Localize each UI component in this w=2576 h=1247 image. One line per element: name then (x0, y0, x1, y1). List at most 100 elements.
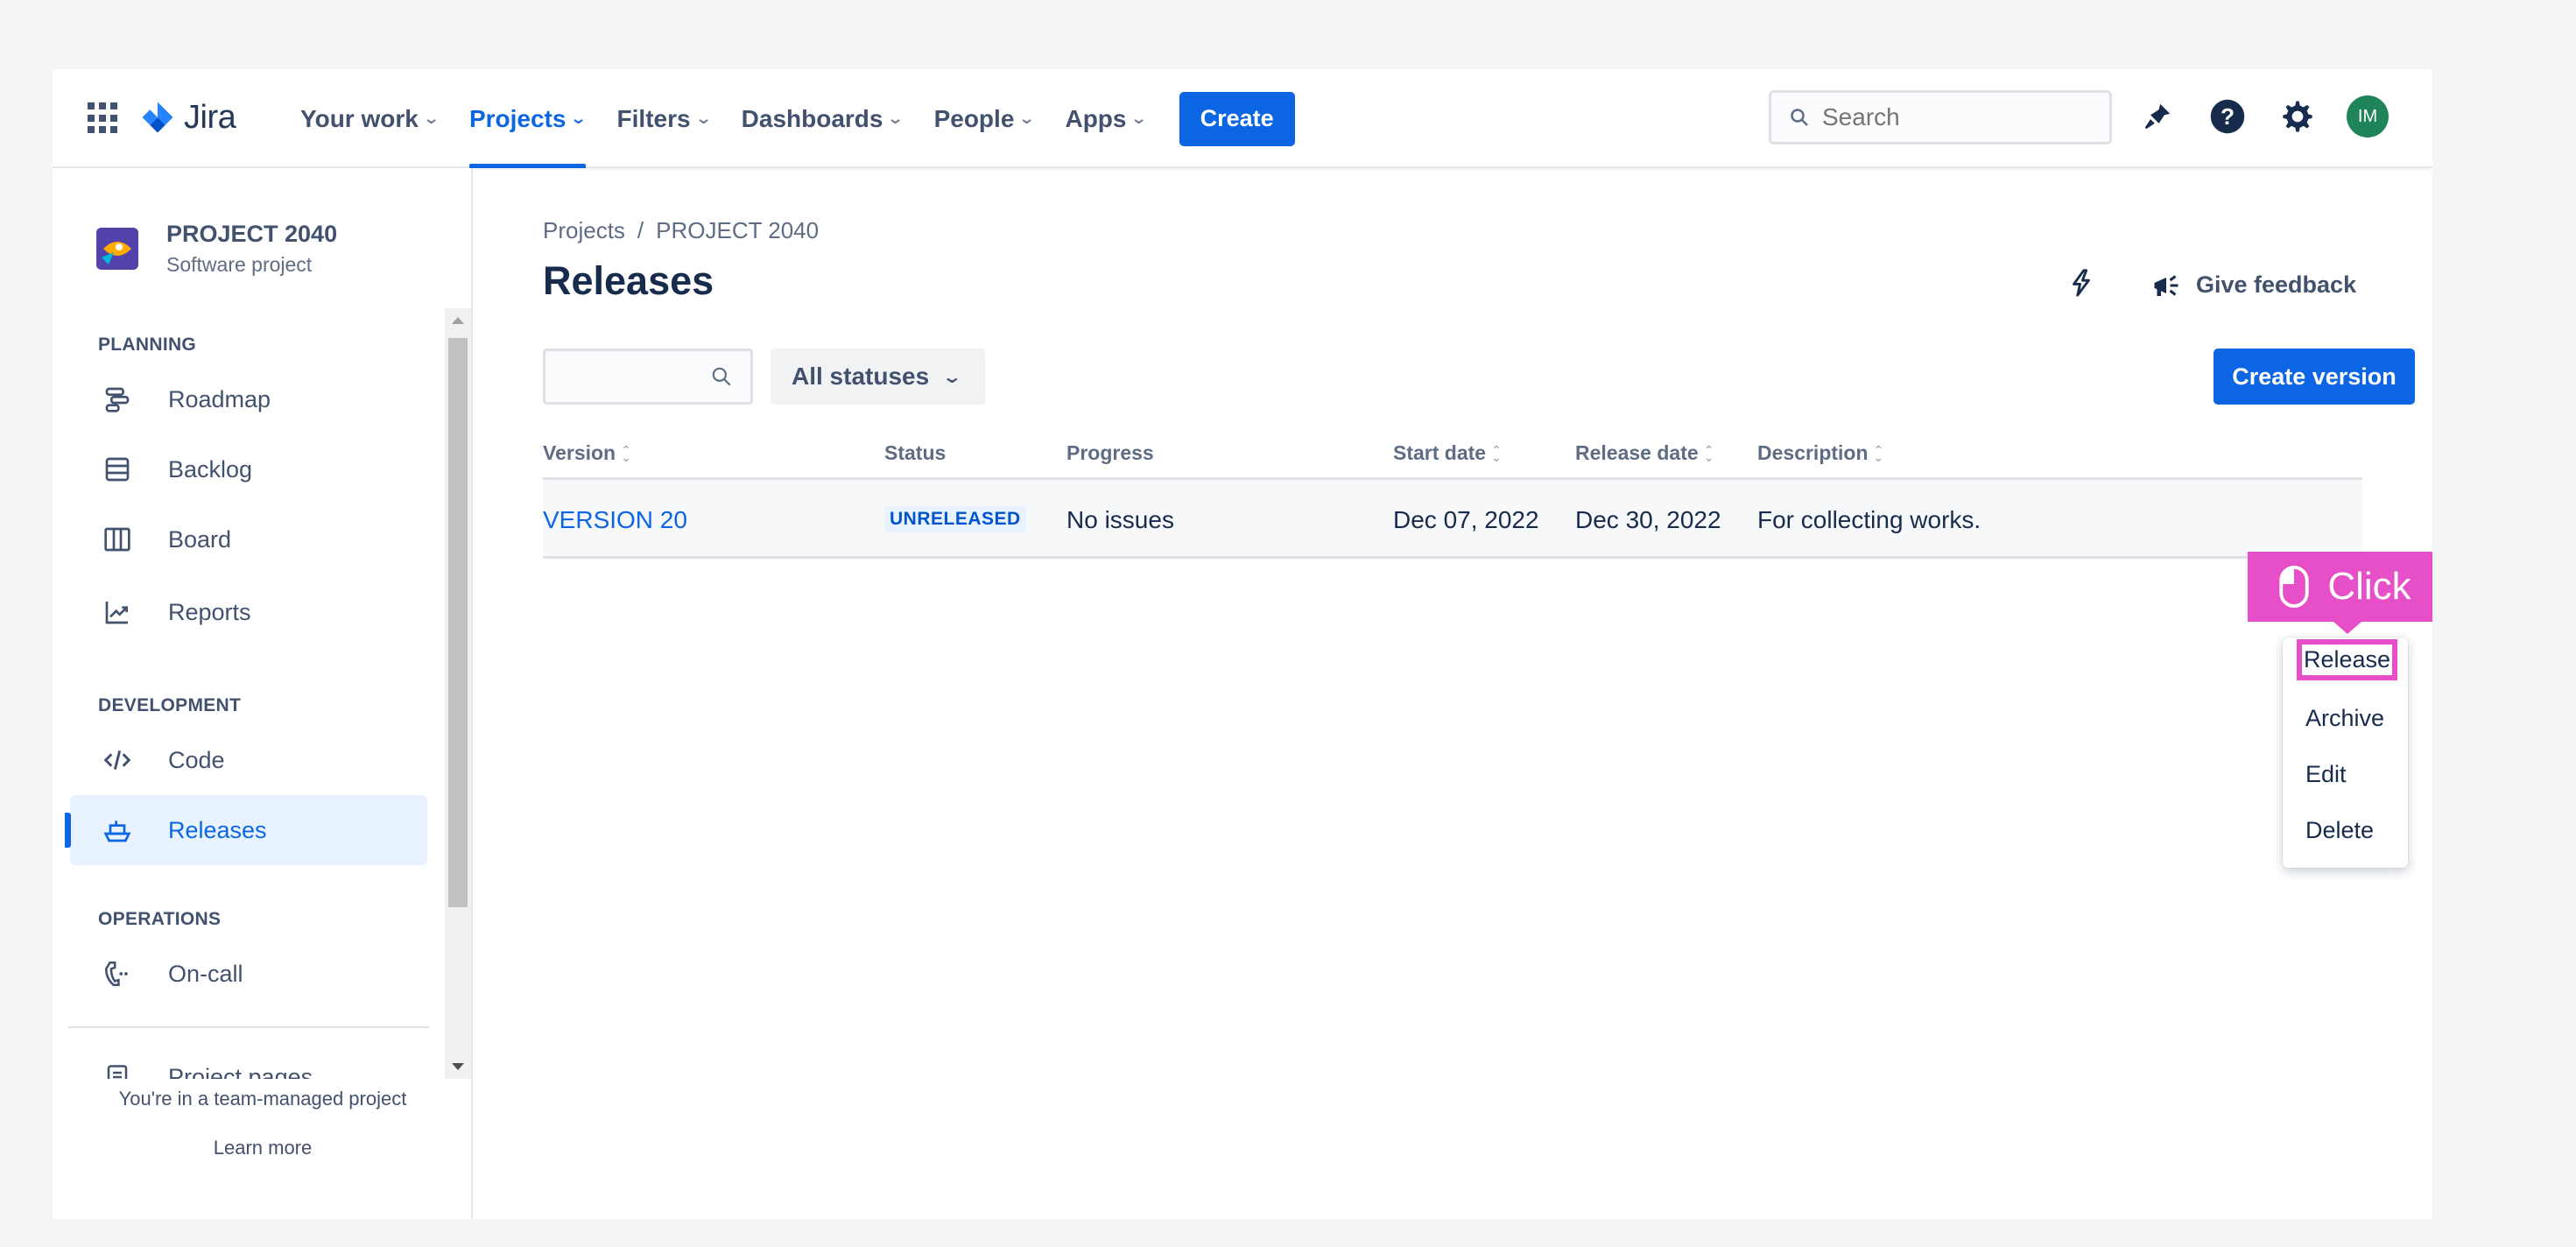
status-filter-dropdown[interactable]: All statuses ⌄ (771, 349, 985, 405)
nav-your-work[interactable]: Your work ⌄ (285, 69, 454, 168)
sort-icon: ⌃ ⌄ (1491, 442, 1502, 464)
menu-item-edit[interactable]: Edit (2305, 761, 2347, 788)
nav-filters-label: Filters (616, 104, 691, 132)
nav-projects-label: Projects (468, 104, 567, 132)
sort-icon: ⌃ ⌄ (1873, 442, 1884, 464)
nav-people[interactable]: People ⌄ (918, 69, 1050, 168)
give-feedback-label: Give feedback (2196, 271, 2357, 298)
sidebar-item-label: Project pages (168, 1063, 313, 1080)
top-actions: ? IM (2136, 95, 2389, 137)
nav-your-work-label: Your work (300, 104, 419, 132)
roadmap-icon (98, 380, 137, 419)
column-description[interactable]: Description ⌃ ⌄ (1757, 441, 1883, 465)
version-actions-menu: Release Archive Edit Delete (2283, 638, 2408, 868)
header-actions: Give feedback (2066, 266, 2356, 304)
breadcrumb-project-link[interactable]: PROJECT 2040 (656, 217, 819, 244)
sidebar-scrollbar[interactable] (445, 308, 471, 1079)
menu-item-release[interactable]: Release (2297, 639, 2398, 680)
help-icon[interactable]: ? (2206, 95, 2249, 137)
column-label: Release date (1575, 441, 1699, 464)
scroll-down-arrow-icon[interactable] (452, 1063, 464, 1070)
project-header[interactable]: PROJECT 2040 Software project (96, 221, 337, 277)
project-sidebar: PROJECT 2040 Software project PLANNING R… (53, 168, 473, 1219)
jira-logo[interactable]: Jira (140, 95, 236, 139)
user-avatar[interactable]: IM (2347, 95, 2389, 137)
search-box[interactable] (1769, 90, 2112, 144)
chevron-down-icon: ⌄ (570, 109, 588, 127)
callout-pointer (2333, 622, 2361, 634)
create-button[interactable]: Create (1179, 91, 1295, 146)
settings-gear-icon[interactable] (2277, 95, 2319, 137)
section-development: DEVELOPMENT (98, 695, 242, 715)
chevron-down-icon: ⌄ (941, 367, 963, 387)
give-feedback-button[interactable]: Give feedback (2149, 270, 2356, 301)
column-version[interactable]: Version ⌃ ⌄ (543, 441, 631, 465)
menu-item-delete[interactable]: Delete (2305, 817, 2374, 844)
sidebar-item-board[interactable]: Board (70, 504, 427, 574)
product-name: Jira (184, 98, 236, 136)
scrollbar-thumb[interactable] (448, 338, 468, 907)
create-version-button[interactable]: Create version (2214, 349, 2415, 405)
on-call-phone-icon (98, 955, 137, 993)
backlog-icon (98, 450, 137, 489)
column-label: Version (543, 441, 616, 464)
scroll-up-arrow-icon[interactable] (452, 317, 464, 324)
search-icon (1785, 103, 1813, 131)
automation-lightning-icon[interactable] (2066, 266, 2096, 304)
chevron-down-icon: ⌄ (887, 109, 904, 127)
column-release-date[interactable]: Release date ⌃ ⌄ (1575, 441, 1714, 465)
progress-text: No issues (1066, 506, 1174, 533)
breadcrumb-separator: / (637, 217, 644, 243)
main-content: Projects / PROJECT 2040 Releases Give fe… (473, 168, 2432, 1219)
mouse-icon (2279, 566, 2309, 608)
project-name: PROJECT 2040 (166, 221, 338, 247)
table-row[interactable]: VERSION 20 UNRELEASED No issues Dec 07, … (543, 480, 2362, 559)
svg-text:?: ? (2221, 103, 2235, 130)
chevron-down-icon: ⌄ (1018, 109, 1036, 127)
jira-logo-icon (142, 102, 173, 133)
versions-table: Version ⌃ ⌄ Status Progress Start date ⌃ ⌄ R… (543, 431, 2362, 559)
sidebar-item-label: Reports (168, 598, 251, 625)
sidebar-item-label: Board (168, 525, 232, 553)
menu-item-archive[interactable]: Archive (2305, 705, 2384, 732)
sidebar-item-reports[interactable]: Reports (70, 577, 427, 647)
notifications-icon[interactable] (2136, 95, 2178, 137)
sidebar-item-on-call[interactable]: On-call (70, 939, 427, 1009)
click-callout-label: Click (2327, 565, 2411, 608)
app-switcher-icon[interactable] (88, 102, 119, 134)
learn-more-link[interactable]: Learn more (53, 1137, 473, 1159)
nav-filters[interactable]: Filters ⌄ (602, 69, 726, 168)
chevron-down-icon: ⌄ (1130, 109, 1148, 127)
page-title: Releases (543, 258, 714, 303)
status-filter-label: All statuses (792, 363, 930, 390)
sidebar-item-project-pages[interactable]: Project pages (70, 1042, 427, 1079)
nav-projects[interactable]: Projects ⌄ (454, 69, 602, 168)
search-input[interactable] (1822, 103, 2085, 131)
board-icon (98, 520, 137, 559)
nav-people-label: People (933, 104, 1015, 132)
jira-window: Jira Your work ⌄ Projects ⌄ Filters ⌄ Dashb… (53, 69, 2432, 1219)
column-progress: Progress (1066, 441, 1154, 465)
sidebar-item-releases[interactable]: Releases (65, 795, 427, 865)
nav-apps[interactable]: Apps ⌄ (1049, 69, 1161, 168)
sidebar-item-label: On-call (168, 960, 243, 987)
page-icon (98, 1058, 137, 1079)
primary-nav: Your work ⌄ Projects ⌄ Filters ⌄ Dashboards… (285, 69, 1295, 168)
column-start-date[interactable]: Start date ⌃ ⌄ (1393, 441, 1502, 465)
code-icon (98, 741, 137, 779)
column-label: Start date (1393, 441, 1487, 464)
breadcrumb: Projects / PROJECT 2040 (543, 217, 819, 244)
sidebar-item-roadmap[interactable]: Roadmap (70, 364, 427, 434)
sidebar-divider (68, 1026, 429, 1028)
version-search-input[interactable] (543, 349, 753, 405)
sidebar-item-backlog[interactable]: Backlog (70, 434, 427, 504)
column-label: Progress (1066, 441, 1154, 464)
nav-dashboards[interactable]: Dashboards ⌄ (726, 69, 918, 168)
sidebar-item-code[interactable]: Code (70, 725, 427, 795)
breadcrumb-projects-link[interactable]: Projects (543, 217, 625, 244)
version-name-link[interactable]: VERSION 20 (543, 506, 687, 534)
megaphone-icon (2154, 274, 2178, 296)
sidebar-item-label: Roadmap (168, 385, 271, 412)
sort-icon: ⌃ ⌄ (1703, 442, 1714, 464)
sidebar-scroll-area: PLANNING Roadmap Backlog Board Reports D… (53, 308, 473, 1079)
